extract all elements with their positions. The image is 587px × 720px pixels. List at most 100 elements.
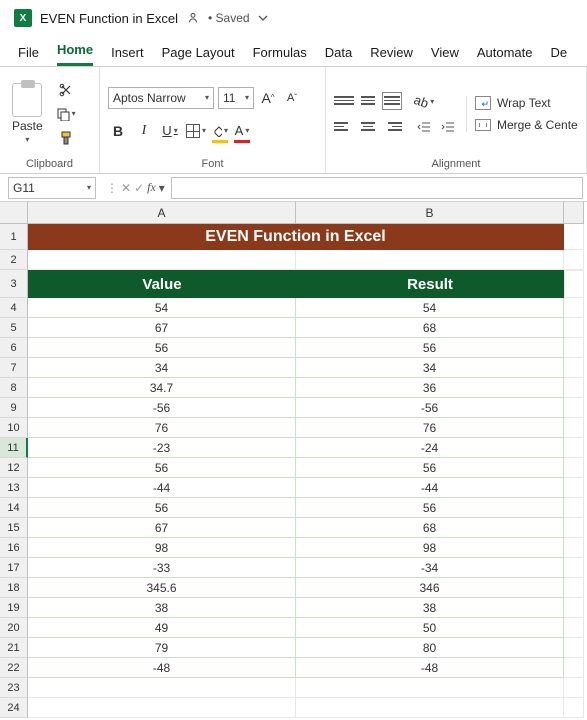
cell[interactable] — [296, 698, 564, 718]
row-header-20[interactable]: 20 — [0, 618, 28, 638]
tab-insert[interactable]: Insert — [111, 41, 144, 66]
cancel-icon[interactable]: ✕ — [121, 181, 131, 195]
cell[interactable] — [564, 598, 584, 618]
tab-developer[interactable]: De — [551, 41, 568, 66]
row-header-14[interactable]: 14 — [0, 498, 28, 518]
row-header-17[interactable]: 17 — [0, 558, 28, 578]
wrap-text-button[interactable]: Wrap Text — [475, 96, 578, 110]
decrease-font-button[interactable]: Aˇ — [282, 88, 302, 108]
chevron-down-icon[interactable]: ▾ — [159, 181, 165, 195]
row-header-24[interactable]: 24 — [0, 698, 28, 718]
row-header-21[interactable]: 21 — [0, 638, 28, 658]
value-cell[interactable]: 345.6 — [28, 578, 296, 598]
title-cell[interactable]: EVEN Function in Excel — [28, 224, 564, 250]
row-header-23[interactable]: 23 — [0, 678, 28, 698]
cell[interactable] — [564, 378, 584, 398]
value-cell[interactable]: -48 — [28, 658, 296, 678]
value-cell[interactable]: -33 — [28, 558, 296, 578]
cell[interactable] — [28, 698, 296, 718]
tab-view[interactable]: View — [431, 41, 459, 66]
font-name-select[interactable]: Aptos Narrow▾ — [108, 87, 214, 109]
align-right-button[interactable] — [382, 118, 402, 136]
cell[interactable] — [564, 618, 584, 638]
value-cell[interactable]: 56 — [28, 458, 296, 478]
cell[interactable] — [296, 678, 564, 698]
cell[interactable] — [564, 438, 584, 458]
cell[interactable] — [28, 250, 296, 270]
column-header-c[interactable] — [564, 202, 584, 224]
row-header-1[interactable]: 1 — [0, 224, 28, 250]
cell[interactable] — [564, 358, 584, 378]
row-header-12[interactable]: 12 — [0, 458, 28, 478]
result-cell[interactable]: 68 — [296, 318, 564, 338]
cell[interactable] — [564, 458, 584, 478]
cell[interactable] — [564, 658, 584, 678]
share-icon[interactable] — [186, 11, 200, 25]
result-cell[interactable]: 36 — [296, 378, 564, 398]
italic-button[interactable]: I — [134, 121, 154, 141]
result-cell[interactable]: 80 — [296, 638, 564, 658]
cell[interactable] — [564, 478, 584, 498]
result-cell[interactable]: 68 — [296, 518, 564, 538]
cell[interactable] — [564, 638, 584, 658]
value-cell[interactable]: 76 — [28, 418, 296, 438]
row-header-9[interactable]: 9 — [0, 398, 28, 418]
align-bottom-button[interactable] — [382, 92, 402, 110]
cell[interactable] — [564, 398, 584, 418]
row-header-5[interactable]: 5 — [0, 318, 28, 338]
cell[interactable] — [564, 224, 584, 250]
select-all-corner[interactable] — [0, 202, 28, 224]
value-cell[interactable]: 98 — [28, 538, 296, 558]
value-cell[interactable]: 49 — [28, 618, 296, 638]
cell[interactable] — [564, 418, 584, 438]
cut-button[interactable] — [55, 81, 77, 99]
row-header-13[interactable]: 13 — [0, 478, 28, 498]
merge-center-button[interactable]: Merge & Cente — [475, 118, 578, 132]
result-cell[interactable]: 56 — [296, 458, 564, 478]
chevron-down-icon[interactable] — [258, 13, 268, 23]
row-header-3[interactable]: 3 — [0, 270, 28, 298]
result-cell[interactable]: 34 — [296, 358, 564, 378]
font-size-select[interactable]: 11▾ — [218, 87, 254, 109]
value-cell[interactable]: 54 — [28, 298, 296, 318]
value-cell[interactable]: 56 — [28, 338, 296, 358]
row-header-18[interactable]: 18 — [0, 578, 28, 598]
result-cell[interactable]: 50 — [296, 618, 564, 638]
result-cell[interactable]: 54 — [296, 298, 564, 318]
cell[interactable] — [564, 538, 584, 558]
cell[interactable] — [564, 678, 584, 698]
enter-icon[interactable]: ✓ — [134, 181, 144, 195]
copy-button[interactable]: ▾ — [55, 105, 77, 123]
result-cell[interactable]: -34 — [296, 558, 564, 578]
cell[interactable] — [564, 270, 584, 298]
align-left-button[interactable] — [334, 118, 354, 136]
tab-review[interactable]: Review — [370, 41, 413, 66]
underline-button[interactable]: U▾ — [160, 121, 180, 141]
result-cell[interactable]: 38 — [296, 598, 564, 618]
align-middle-button[interactable] — [358, 92, 378, 110]
fx-label[interactable]: fx — [147, 180, 156, 195]
cell[interactable] — [564, 518, 584, 538]
cell[interactable] — [564, 498, 584, 518]
fill-color-button[interactable]: ▾ — [212, 121, 228, 141]
cell[interactable] — [564, 558, 584, 578]
result-cell[interactable]: 346 — [296, 578, 564, 598]
cell[interactable] — [564, 338, 584, 358]
value-cell[interactable]: 34 — [28, 358, 296, 378]
format-painter-button[interactable] — [55, 129, 77, 147]
bold-button[interactable]: B — [108, 121, 128, 141]
font-color-button[interactable]: A▾ — [234, 121, 250, 141]
tab-automate[interactable]: Automate — [477, 41, 533, 66]
row-header-2[interactable]: 2 — [0, 250, 28, 270]
row-header-19[interactable]: 19 — [0, 598, 28, 618]
cell[interactable] — [564, 250, 584, 270]
value-cell[interactable]: 79 — [28, 638, 296, 658]
decrease-indent-button[interactable] — [414, 118, 434, 136]
result-cell[interactable]: 98 — [296, 538, 564, 558]
increase-indent-button[interactable] — [438, 118, 458, 136]
row-header-10[interactable]: 10 — [0, 418, 28, 438]
cell[interactable] — [564, 318, 584, 338]
borders-button[interactable]: ▾ — [186, 121, 206, 141]
value-cell[interactable]: 67 — [28, 318, 296, 338]
saved-status[interactable]: • Saved — [208, 11, 250, 25]
